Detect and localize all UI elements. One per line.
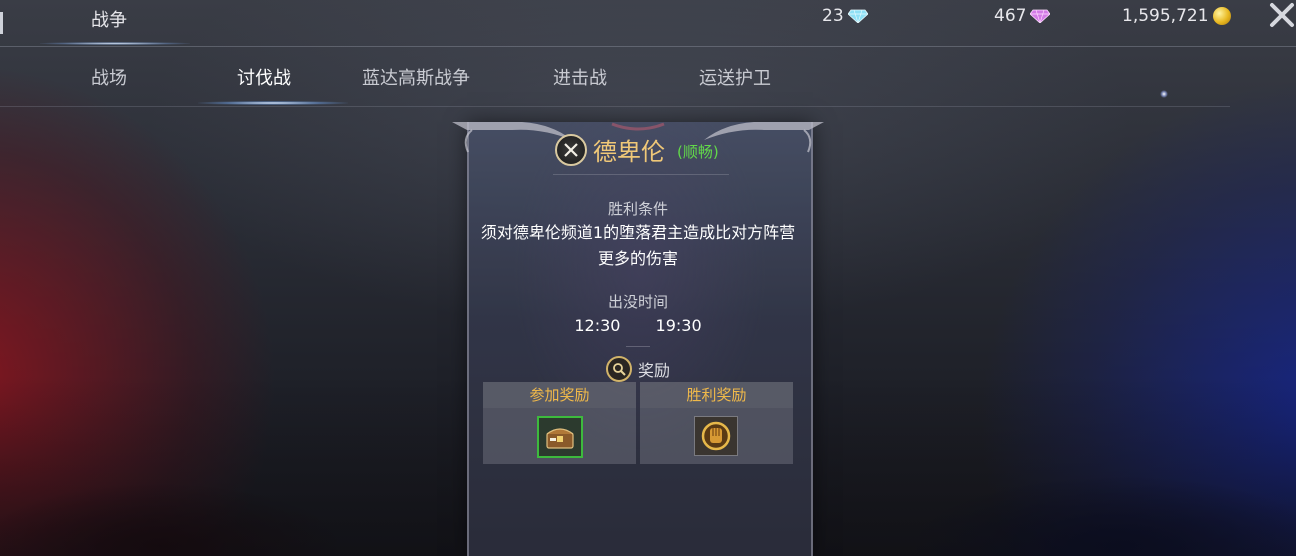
- tab-crusade[interactable]: 讨伐战: [237, 64, 291, 90]
- gold-gauntlet-icon: [701, 421, 731, 451]
- participation-reward-header: 参加奖励: [483, 382, 636, 408]
- treasure-chest-icon: [546, 428, 574, 449]
- gold-value: 1,595,721: [1122, 6, 1209, 26]
- reward-title: 奖励: [638, 361, 671, 380]
- gold-counter: 1,595,721: [1122, 6, 1231, 26]
- spawn-time-2: 19:30: [655, 316, 702, 335]
- crossed-swords-icon: [555, 134, 587, 166]
- reward-item-slot[interactable]: [537, 416, 583, 458]
- victory-reward-header: 胜利奖励: [640, 382, 793, 408]
- title-underline: [40, 42, 190, 45]
- victory-condition-text: 须对德卑伦频道1的堕落君主造成比对方阵营更多的伤害: [480, 223, 796, 268]
- gold-coin-icon: [1212, 7, 1231, 25]
- divider-short: [626, 346, 650, 347]
- gem-purple-icon: [1030, 9, 1051, 23]
- top-bar: 战争 23 467 1,595,721: [0, 0, 1296, 47]
- spawn-time-label: 出没时间: [607, 293, 668, 311]
- spawn-time-1: 12:30: [574, 316, 621, 335]
- tab-bar: 战场 讨伐战 蓝达高斯战争 进击战 运送护卫: [0, 46, 1230, 107]
- boss-name: 德卑伦: [593, 138, 665, 166]
- tab-escort[interactable]: 运送护卫: [699, 64, 771, 90]
- boss-info-panel: [467, 122, 813, 556]
- victory-reward: 胜利奖励: [640, 382, 793, 464]
- diamond-blue-icon: [847, 9, 868, 23]
- page-title: 战争: [91, 10, 127, 31]
- gem-counter: 467: [994, 6, 1051, 26]
- victory-condition-label: 胜利条件: [607, 200, 668, 218]
- magnifier-icon[interactable]: [606, 356, 632, 382]
- tab-assault[interactable]: 进击战: [553, 64, 607, 90]
- reward-item-slot[interactable]: [694, 416, 738, 456]
- gem-value: 467: [994, 6, 1027, 26]
- server-status: (顺畅): [677, 143, 719, 161]
- diamond-counter: 23: [822, 6, 868, 26]
- tab-randagos-war[interactable]: 蓝达高斯战争: [362, 64, 470, 90]
- active-tab-indicator: [198, 101, 348, 105]
- divider: [553, 174, 729, 175]
- back-edge-marker: [0, 12, 3, 34]
- close-icon: [1270, 3, 1294, 27]
- diamond-value: 23: [822, 6, 844, 26]
- participation-reward: 参加奖励: [483, 382, 636, 464]
- tab-battlefield[interactable]: 战场: [91, 64, 127, 90]
- spawn-times: 12:30 19:30: [467, 316, 809, 335]
- reward-header: 奖励: [606, 356, 670, 382]
- close-button[interactable]: [1268, 2, 1296, 32]
